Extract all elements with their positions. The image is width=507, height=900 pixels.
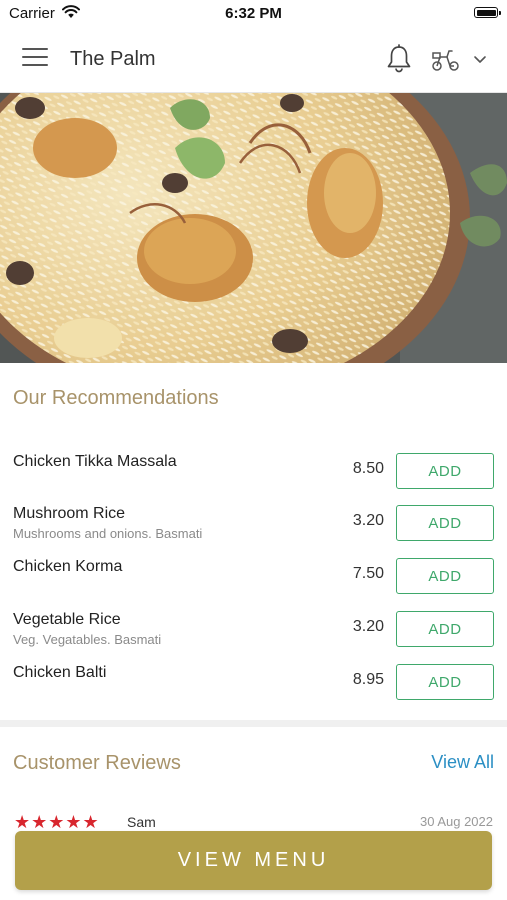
clock: 6:32 PM (225, 5, 282, 22)
menu-item-price: 7.50 (352, 565, 384, 582)
menu-item-description: Mushrooms and onions. Basmati (13, 526, 203, 541)
customer-reviews-heading: Customer Reviews (13, 752, 181, 774)
menu-item-description: Veg. Vegatables. Basmati (13, 632, 162, 647)
top-navigation-bar: The Palm (0, 28, 507, 93)
hero-food-image (0, 93, 507, 363)
chevron-down-icon (474, 56, 486, 63)
add-to-cart-button[interactable]: ADD (396, 558, 494, 594)
menu-item-price: 3.20 (352, 512, 384, 529)
review-date: 30 Aug 2022 (419, 814, 493, 829)
add-to-cart-button[interactable]: ADD (396, 453, 494, 489)
recommendations-heading: Our Recommendations (13, 387, 219, 409)
view-menu-button[interactable]: VIEW MENU (15, 831, 492, 890)
delivery-scooter-icon[interactable] (430, 47, 492, 73)
menu-item-name: Vegetable Rice (13, 611, 121, 628)
menu-item-row: Chicken Balti 8.95 ADD (0, 664, 507, 714)
hamburger-menu-icon[interactable] (22, 48, 48, 70)
menu-item-price: 8.50 (352, 460, 384, 477)
menu-item-price: 8.95 (352, 671, 384, 688)
reviewer-name: Sam (127, 814, 156, 830)
status-bar: Carrier 6:32 PM (0, 0, 507, 28)
menu-item-name: Chicken Balti (13, 664, 107, 681)
menu-item-name: Chicken Tikka Massala (13, 453, 177, 470)
notification-bell-icon[interactable] (385, 44, 413, 74)
menu-item-row: Vegetable Rice Veg. Vegatables. Basmati … (0, 611, 507, 661)
restaurant-title: The Palm (70, 48, 156, 70)
add-to-cart-button[interactable]: ADD (396, 611, 494, 647)
menu-item-row: Mushroom Rice Mushrooms and onions. Basm… (0, 505, 507, 555)
menu-item-row: Chicken Korma 7.50 ADD (0, 558, 507, 608)
menu-item-name: Mushroom Rice (13, 505, 126, 522)
add-to-cart-button[interactable]: ADD (396, 664, 494, 700)
view-all-reviews-link[interactable]: View All (431, 752, 494, 773)
menu-item-price: 3.20 (352, 618, 384, 635)
section-divider (0, 720, 507, 727)
star-rating-icon: ★★★★★ (14, 812, 100, 830)
menu-item-row: Chicken Tikka Massala 8.50 ADD (0, 453, 507, 503)
review-item: ★★★★★ Sam 30 Aug 2022 (0, 810, 507, 830)
battery-icon (474, 7, 501, 18)
menu-item-name: Chicken Korma (13, 558, 123, 575)
add-to-cart-button[interactable]: ADD (396, 505, 494, 541)
